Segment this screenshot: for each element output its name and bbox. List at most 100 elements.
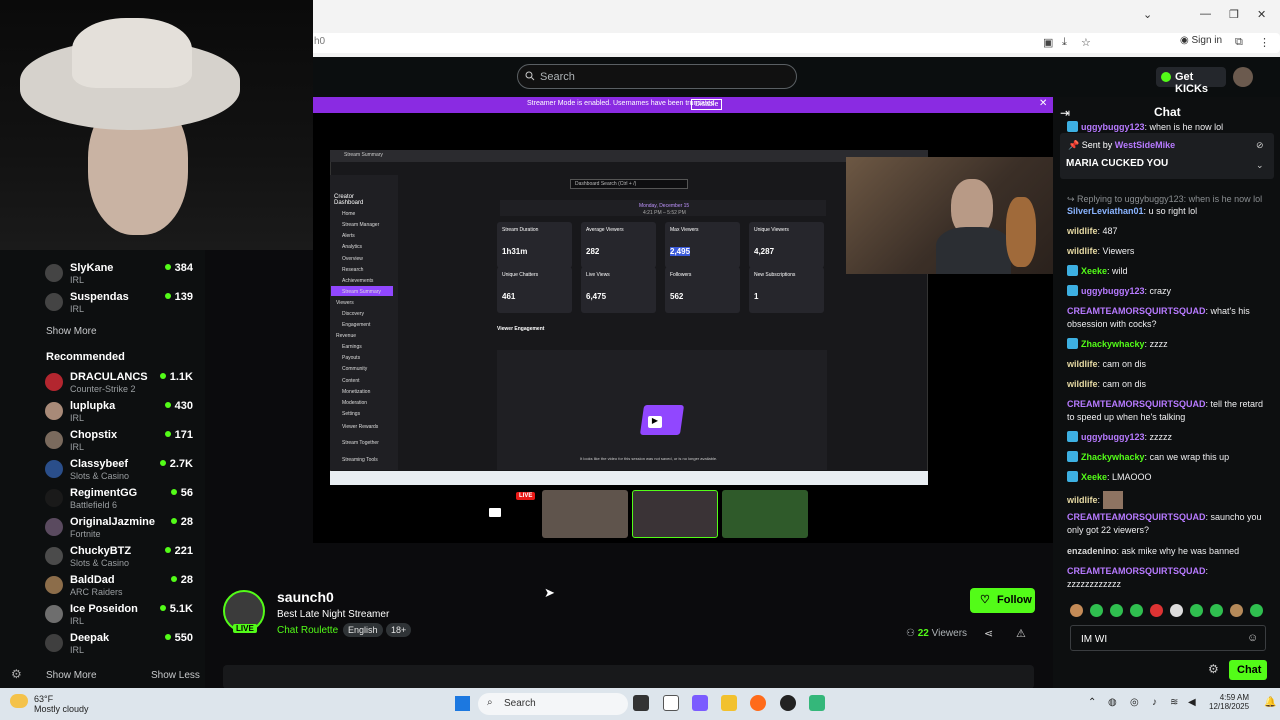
- weather-widget[interactable]: 63°F Mostly cloudy: [34, 694, 89, 714]
- collapse-chat-icon[interactable]: ⇥: [1060, 106, 1070, 120]
- download-icon[interactable]: ⤓: [1062, 36, 1067, 49]
- tag-language[interactable]: English: [343, 623, 383, 637]
- sidebar-channel[interactable]: BaldDad ARC Raiders 28: [45, 574, 205, 602]
- chat-message: enzadenino: ask mike why he was banned: [1067, 546, 1240, 556]
- guest-shirt: [936, 227, 1011, 274]
- app-icon[interactable]: [809, 695, 825, 711]
- show-less-button[interactable]: Show Less: [151, 670, 200, 681]
- favorite-star-icon[interactable]: ☆: [1081, 36, 1091, 49]
- channel-name: DRACULANCS: [70, 371, 148, 383]
- emote-icon[interactable]: [1110, 604, 1123, 617]
- tray-app-icon[interactable]: ◎: [1130, 697, 1139, 708]
- emote-icon[interactable]: [1150, 604, 1163, 617]
- mouse-cursor-icon: ➤: [544, 585, 555, 600]
- channel-name: Ice Poseidon: [70, 603, 138, 615]
- viewer-count: 221: [165, 545, 193, 557]
- menu-icon[interactable]: ⋮: [1259, 36, 1270, 49]
- channel-name[interactable]: saunch0: [277, 589, 334, 605]
- screenshot-icon[interactable]: ▣: [1043, 36, 1053, 49]
- share-icon[interactable]: ⋖: [984, 627, 993, 640]
- address-text: h0: [314, 36, 326, 47]
- show-more-button[interactable]: Show More: [46, 670, 97, 681]
- restore-icon[interactable]: ❐: [1229, 8, 1239, 21]
- gear-icon[interactable]: ⚙: [11, 667, 22, 681]
- sidebar-channel[interactable]: SlyKane IRL 384: [45, 262, 205, 290]
- emote-icon[interactable]: [1130, 604, 1143, 617]
- wifi-icon[interactable]: ≋: [1170, 697, 1178, 708]
- network-icon[interactable]: ◍: [1108, 697, 1117, 708]
- sidebar-channel[interactable]: luplupka IRL 430: [45, 400, 205, 428]
- tag-mature[interactable]: 18+: [386, 623, 412, 637]
- emote-icon[interactable]: [1190, 604, 1203, 617]
- disable-button[interactable]: Disable: [691, 99, 723, 110]
- sidebar-channel[interactable]: Chopstix IRL 171: [45, 429, 205, 457]
- close-icon[interactable]: ✕: [1257, 8, 1266, 21]
- copilot-icon[interactable]: [692, 695, 708, 711]
- sidebar-channel[interactable]: Ice Poseidon IRL 5.1K: [45, 603, 205, 631]
- follow-button[interactable]: ♡ Follow: [970, 588, 1035, 613]
- send-chat-button[interactable]: Chat: [1229, 660, 1267, 680]
- avatar: [45, 576, 63, 594]
- close-icon[interactable]: ✕: [1039, 98, 1047, 109]
- microphone-icon[interactable]: ♪: [1152, 697, 1157, 708]
- multiview-thumbnail[interactable]: [722, 490, 808, 538]
- sign-in-button[interactable]: ◉ Sign in: [1180, 35, 1222, 46]
- file-explorer-icon[interactable]: [721, 695, 737, 711]
- sidebar-channel[interactable]: DRACULANCS Counter-Strike 2 1.1K: [45, 371, 205, 399]
- channel-name: Deepak: [70, 632, 110, 644]
- clock[interactable]: 4:59 AM 12/18/2025: [1209, 693, 1249, 711]
- kicks-icon: [1161, 72, 1171, 82]
- channel-category: IRL: [70, 645, 85, 655]
- address-bar[interactable]: h0: [310, 33, 1280, 53]
- emote-icon[interactable]: [1090, 604, 1103, 617]
- volume-icon[interactable]: ◀: [1188, 697, 1196, 708]
- chat-settings-gear-icon[interactable]: ⚙: [1208, 662, 1219, 676]
- show-more-following[interactable]: Show More: [46, 326, 97, 337]
- extensions-icon[interactable]: ⧉: [1235, 36, 1243, 49]
- chat-title: Chat: [1154, 105, 1181, 119]
- multiview-thumbnail[interactable]: [632, 490, 718, 538]
- stream-category[interactable]: Chat Roulette: [277, 625, 338, 636]
- sidebar-channel[interactable]: ChuckyBTZ Slots & Casino 221: [45, 545, 205, 573]
- emote-icon[interactable]: [1250, 604, 1263, 617]
- chat-message: CREAMTEAMORSQUIRTSQUAD: tell the retard …: [1067, 399, 1264, 422]
- unpin-icon[interactable]: ⊘: [1256, 140, 1264, 151]
- start-icon[interactable]: [455, 696, 470, 711]
- sidebar-channel[interactable]: Deepak IRL 550: [45, 632, 205, 660]
- sidebar-channel[interactable]: Suspendas IRL 139: [45, 291, 205, 319]
- notification-icon[interactable]: 🔔: [1264, 697, 1276, 708]
- sidebar-channel[interactable]: OriginalJazmine Fortnite 28: [45, 516, 205, 544]
- avatar: [45, 547, 63, 565]
- chat-input[interactable]: IM WI ☺: [1070, 625, 1266, 651]
- chevron-down-icon[interactable]: ⌄: [1256, 160, 1264, 171]
- sidebar-channel[interactable]: Classybeef Slots & Casino 2.7K: [45, 458, 205, 486]
- notepad-icon[interactable]: [663, 695, 679, 711]
- emote-icon[interactable]: [1230, 604, 1243, 617]
- search-input[interactable]: Search: [517, 64, 797, 89]
- inner-engagement-title: Viewer Engagement: [497, 326, 545, 332]
- obs-icon[interactable]: [780, 695, 796, 711]
- search-icon: ⌕: [487, 697, 493, 708]
- chat-message: Zhackywhacky: zzzz: [1067, 338, 1265, 351]
- minimize-icon[interactable]: —: [1200, 8, 1211, 20]
- user-avatar[interactable]: [1233, 67, 1253, 87]
- pinned-text: MARIA CUCKED YOU: [1066, 158, 1169, 169]
- emote-icon[interactable]: [1070, 604, 1083, 617]
- stat-card: Followers 562: [665, 267, 740, 313]
- avatar: [45, 373, 63, 391]
- emote-icon[interactable]: [1210, 604, 1223, 617]
- avatar: [45, 518, 63, 536]
- task-view-icon[interactable]: [633, 695, 649, 711]
- sidebar-channel[interactable]: RegimentGG Battlefield 6 56: [45, 487, 205, 515]
- taskbar-search[interactable]: Search ⌕: [478, 693, 628, 715]
- emoji-icon[interactable]: ☺: [1247, 632, 1258, 644]
- shared-screen-tabbar: Stream Summary: [330, 150, 928, 162]
- chevron-down-icon[interactable]: ⌄: [1143, 8, 1152, 21]
- get-kicks-button[interactable]: Get KICKs: [1156, 67, 1226, 95]
- emote-icon[interactable]: [1170, 604, 1183, 617]
- channel-category: IRL: [70, 413, 85, 423]
- report-icon[interactable]: ⚠: [1016, 627, 1026, 640]
- multiview-thumbnail[interactable]: [542, 490, 628, 538]
- tray-chevron-icon[interactable]: ⌃: [1088, 697, 1096, 708]
- firefox-icon[interactable]: [750, 695, 766, 711]
